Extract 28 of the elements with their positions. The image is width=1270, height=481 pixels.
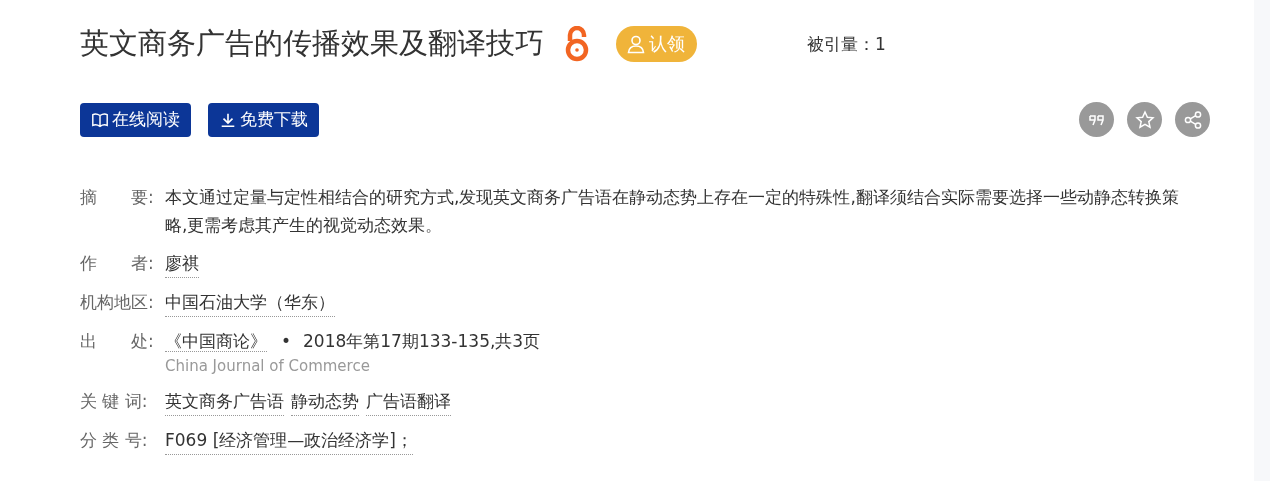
- field-label: 关 键 词:: [80, 390, 149, 413]
- field-label: 摘 要:: [80, 186, 155, 209]
- field-link[interactable]: 静动态势: [291, 387, 359, 416]
- journal-english-name: China Journal of Commerce: [165, 356, 371, 377]
- field-link[interactable]: 英文商务广告语: [165, 387, 284, 416]
- field-label: 机构地区:: [80, 291, 155, 314]
- field-label: 出 处:: [80, 330, 155, 353]
- article-title: 英文商务广告的传播效果及翻译技巧: [80, 25, 544, 62]
- share-icon: [1182, 109, 1203, 130]
- person-icon: [626, 34, 646, 54]
- separator-dot: •: [281, 331, 292, 351]
- issue-text: 2018年第17期133-135,共3页: [303, 331, 541, 351]
- citation-count: 被引量：1: [807, 32, 886, 56]
- share-button[interactable]: [1175, 102, 1210, 137]
- field-link[interactable]: 廖祺: [165, 249, 199, 278]
- field-link[interactable]: F069 [经济管理—政治经济学]；: [165, 426, 413, 455]
- read-button[interactable]: 在线阅读: [80, 102, 191, 137]
- star-button[interactable]: [1127, 102, 1162, 137]
- abstract-text: 本文通过定量与定性相结合的研究方式,发现英文商务广告语在静动态势上存在一定的特殊性,翻译须结合实际需要选择一些动静态转换策略,更需考虑其产生的视觉动态效果。: [165, 186, 1180, 237]
- field-link[interactable]: 中国石油大学（华东）: [165, 288, 335, 317]
- quote-button[interactable]: [1079, 102, 1114, 137]
- field-label: 作 者:: [80, 252, 155, 275]
- field-label: 分 类 号:: [80, 429, 149, 452]
- download-button[interactable]: 免费下载: [208, 102, 319, 137]
- book-icon: [91, 110, 109, 129]
- star-icon: [1134, 109, 1155, 130]
- field-link[interactable]: 广告语翻译: [366, 387, 451, 416]
- journal-link[interactable]: 《中国商论》: [165, 331, 267, 352]
